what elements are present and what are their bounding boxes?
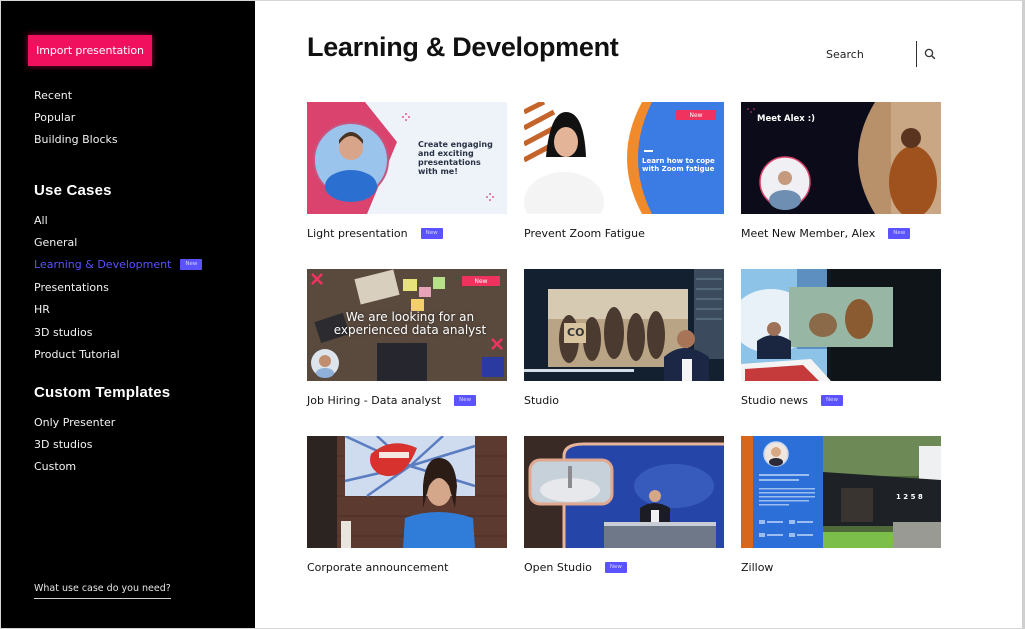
- custom-templates-list: Only Presenter 3D studios Custom: [34, 411, 115, 478]
- sidebar: Import presentation Recent Popular Build…: [0, 0, 255, 629]
- thumbnail-graphic: [741, 436, 941, 548]
- sidebar-item-product-tutorial[interactable]: Product Tutorial: [34, 343, 202, 365]
- template-card-meet-new-member-alex[interactable]: Meet Alex :) Meet New Member, Alex New: [741, 102, 941, 240]
- new-badge: New: [821, 395, 843, 406]
- template-thumbnail: Create engaging and exciting presentatio…: [307, 102, 507, 214]
- sidebar-item-custom-3d-studios[interactable]: 3D studios: [34, 433, 115, 455]
- template-card-prevent-zoom-fatigue[interactable]: New Learn how to cope with Zoom fatigue …: [524, 102, 724, 240]
- thumbnail-graphic: [524, 269, 724, 381]
- page-title: Learning & Development: [307, 32, 619, 62]
- template-title: Job Hiring - Data analyst: [307, 394, 442, 407]
- template-label: Zillow: [741, 561, 773, 574]
- template-thumbnail: [307, 436, 507, 548]
- sidebar-item-custom[interactable]: Custom: [34, 456, 115, 478]
- thumbnail-text: Create engaging and exciting presentatio…: [418, 140, 493, 176]
- template-card-corporate-announcement[interactable]: Corporate announcement: [307, 436, 507, 574]
- thumbnail-graphic: [741, 269, 941, 381]
- search-divider: [916, 41, 917, 67]
- custom-templates-heading: Custom Templates: [34, 384, 171, 401]
- search-bar: [826, 40, 946, 68]
- template-title: Zillow: [741, 561, 774, 574]
- sidebar-item-hr[interactable]: HR: [34, 299, 202, 321]
- template-label: Studio: [524, 394, 559, 407]
- thumbnail-text: We are looking for an experienced data a…: [333, 310, 487, 337]
- template-card-light-presentation[interactable]: Create engaging and exciting presentatio…: [307, 102, 507, 240]
- thumbnail-new-ribbon: New: [462, 276, 500, 286]
- new-badge: New: [888, 228, 911, 239]
- template-title: Meet New Member, Alex: [741, 227, 876, 240]
- search-input[interactable]: [826, 47, 912, 61]
- import-presentation-button[interactable]: Import presentation: [28, 35, 152, 66]
- sidebar-item-building-blocks[interactable]: Building Blocks: [34, 129, 118, 151]
- thumbnail-graphic: [307, 436, 507, 548]
- template-card-studio[interactable]: CO Studio: [524, 269, 724, 407]
- sidebar-item-general[interactable]: General: [34, 231, 202, 253]
- new-badge: New: [604, 562, 627, 573]
- template-title: Open Studio: [524, 561, 592, 574]
- template-label: Prevent Zoom Fatigue: [524, 227, 645, 240]
- sidebar-item-learning-development[interactable]: Learning & Development New: [34, 254, 203, 276]
- search-icon[interactable]: [923, 47, 937, 61]
- template-card-job-hiring-data-analyst[interactable]: New We are looking for an experienced da…: [307, 269, 507, 407]
- sidebar-item-only-presenter[interactable]: Only Presenter: [34, 411, 115, 433]
- template-label: Light presentation New: [307, 227, 443, 240]
- sidebar-item-recent[interactable]: Recent: [34, 84, 118, 106]
- new-badge: New: [180, 259, 203, 271]
- template-thumbnail: New We are looking for an experienced da…: [307, 269, 507, 381]
- template-label: Meet New Member, Alex New: [741, 227, 911, 240]
- template-label: Job Hiring - Data analyst New: [307, 394, 477, 407]
- thumbnail-new-ribbon: New: [676, 110, 716, 120]
- sidebar-item-popular[interactable]: Popular: [34, 106, 118, 128]
- sidebar-item-label: Learning & Development: [34, 258, 172, 272]
- template-title: Studio news: [741, 394, 808, 407]
- template-label: Open Studio New: [524, 561, 627, 574]
- thumbnail-text: CO: [567, 326, 585, 339]
- template-card-studio-news[interactable]: Studio news New: [741, 269, 941, 407]
- sidebar-item-all[interactable]: All: [34, 209, 202, 231]
- use-cases-list: All General Learning & Development New P…: [34, 209, 203, 366]
- new-badge: New: [454, 395, 477, 406]
- use-cases-heading: Use Cases: [34, 182, 112, 199]
- thumbnail-text: Learn how to cope with Zoom fatigue: [642, 157, 715, 173]
- thumbnail-graphic: [524, 436, 724, 548]
- template-thumbnail: CO: [524, 269, 724, 381]
- template-thumbnail: New Learn how to cope with Zoom fatigue: [524, 102, 724, 214]
- template-thumbnail: 1 2 5 8: [741, 436, 941, 548]
- template-thumbnail: Meet Alex :): [741, 102, 941, 214]
- thumbnail-text: Meet Alex :): [757, 114, 815, 124]
- template-thumbnail: [524, 436, 724, 548]
- template-card-open-studio[interactable]: Open Studio New: [524, 436, 724, 574]
- template-title: Light presentation: [307, 227, 408, 240]
- template-card-zillow[interactable]: 1 2 5 8 Zillow: [741, 436, 941, 574]
- use-case-help-link[interactable]: What use case do you need?: [34, 583, 171, 599]
- top-links: Recent Popular Building Blocks: [34, 84, 118, 151]
- template-title: Studio: [524, 394, 560, 407]
- template-title: Corporate announcement: [307, 561, 449, 574]
- template-thumbnail: [741, 269, 941, 381]
- template-label: Studio news New: [741, 394, 843, 407]
- template-label: Corporate announcement: [307, 561, 448, 574]
- thumbnail-text: 1 2 5 8: [896, 493, 923, 501]
- new-badge: New: [420, 228, 443, 239]
- sidebar-item-presentations[interactable]: Presentations: [34, 276, 202, 298]
- sidebar-item-3d-studios[interactable]: 3D studios: [34, 321, 202, 343]
- template-title: Prevent Zoom Fatigue: [524, 227, 645, 240]
